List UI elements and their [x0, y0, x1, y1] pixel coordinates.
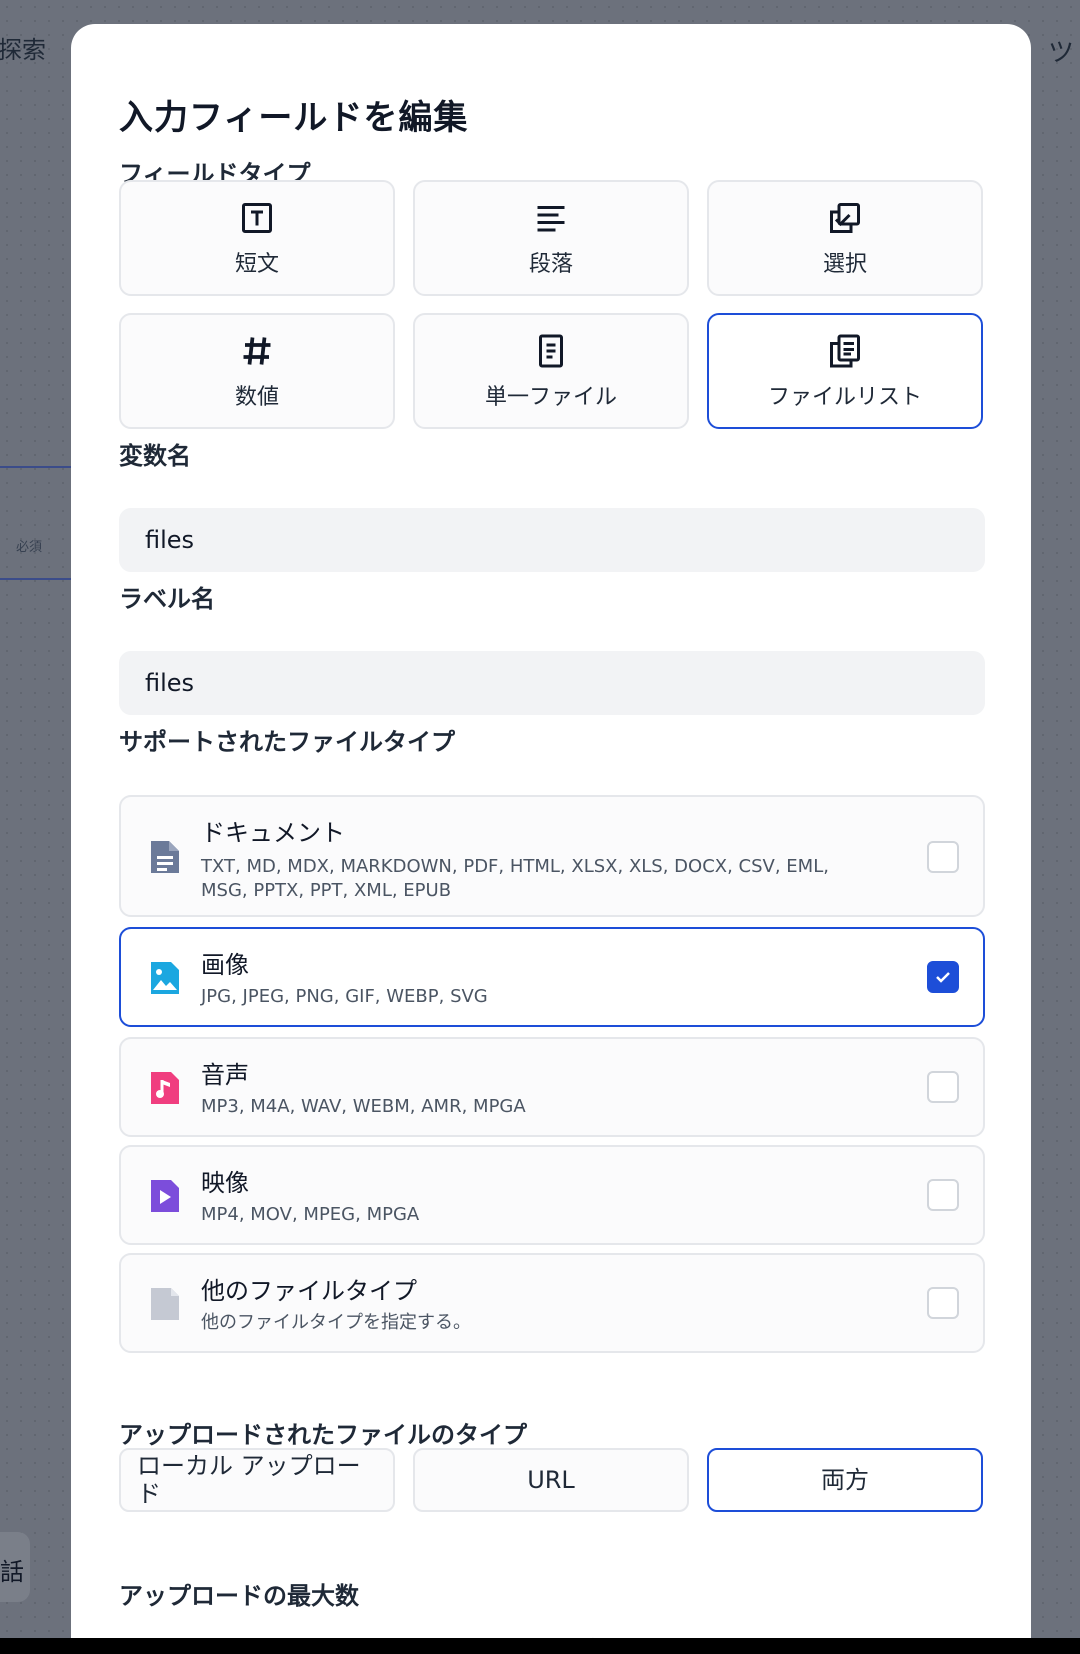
- paragraph-icon: [531, 198, 571, 238]
- video-checkbox[interactable]: [927, 1179, 959, 1211]
- background-required-text: 必須: [16, 540, 43, 555]
- supported-file-types-label: サポートされたファイルタイプ: [119, 728, 455, 756]
- field-type-label-text: 単一ファイル: [484, 385, 617, 410]
- document-checkbox[interactable]: [927, 841, 959, 873]
- background-divider: [0, 466, 72, 468]
- checkmark-icon: [936, 972, 950, 983]
- field-type-grid: 短文 段落 選択 数値 単一ファイル ファイルリスト: [119, 180, 985, 429]
- file-type-extensions: MP3, M4A, WAV, WEBM, AMR, MPGA: [201, 1096, 526, 1117]
- video-icon: [149, 1178, 181, 1214]
- file-type-title: 画像: [201, 951, 249, 979]
- background-tools-text: ツ: [1047, 38, 1074, 68]
- upload-method-local[interactable]: ローカル アップロード: [119, 1448, 395, 1512]
- background-explore-text: 探索: [0, 36, 46, 64]
- file-type-extensions: TXT, MD, MDX, MARKDOWN, PDF, HTML, XLSX,…: [201, 856, 829, 901]
- bottom-bar: [0, 1638, 1080, 1654]
- field-type-single-file[interactable]: 単一ファイル: [413, 313, 689, 429]
- label-name-input[interactable]: files: [119, 651, 985, 715]
- hash-icon: [237, 331, 277, 371]
- field-type-short-text[interactable]: 短文: [119, 180, 395, 296]
- file-type-document[interactable]: ドキュメント TXT, MD, MDX, MARKDOWN, PDF, HTML…: [119, 795, 985, 917]
- field-type-label-text: 選択: [822, 252, 867, 277]
- file-type-title: 音声: [201, 1061, 249, 1089]
- image-icon: [149, 960, 181, 996]
- file-type-title: 映像: [201, 1169, 249, 1197]
- upload-method-both[interactable]: 両方: [707, 1448, 983, 1512]
- file-type-title: ドキュメント: [201, 819, 345, 847]
- variable-name-input[interactable]: files: [119, 508, 985, 572]
- variable-name-label: 変数名: [119, 442, 191, 470]
- upload-method-url[interactable]: URL: [413, 1448, 689, 1512]
- audio-icon: [149, 1070, 181, 1106]
- background-chat-button: 話: [0, 1532, 30, 1602]
- file-list-icon: [825, 331, 865, 371]
- field-type-file-list[interactable]: ファイルリスト: [707, 313, 983, 429]
- file-icon: [531, 331, 571, 371]
- file-type-video[interactable]: 映像 MP4, MOV, MPEG, MPGA: [119, 1145, 985, 1245]
- upload-method-options: ローカル アップロード URL 両方: [119, 1448, 985, 1512]
- field-type-label-text: ファイルリスト: [767, 385, 922, 410]
- field-type-select[interactable]: 選択: [707, 180, 983, 296]
- file-type-other[interactable]: 他のファイルタイプ 他のファイルタイプを指定する。: [119, 1253, 985, 1353]
- file-type-image[interactable]: 画像 JPG, JPEG, PNG, GIF, WEBP, SVG: [119, 927, 985, 1027]
- other-file-icon: [149, 1286, 181, 1322]
- document-icon: [149, 839, 181, 875]
- file-type-extensions: MP4, MOV, MPEG, MPGA: [201, 1204, 420, 1225]
- max-upload-label: アップロードの最大数: [119, 1582, 359, 1610]
- text-box-icon: [237, 198, 277, 238]
- audio-checkbox[interactable]: [927, 1071, 959, 1103]
- upload-method-label: アップロードされたファイルのタイプ: [119, 1421, 527, 1449]
- file-type-extensions: JPG, JPEG, PNG, GIF, WEBP, SVG: [201, 986, 488, 1007]
- file-type-title: 他のファイルタイプ: [201, 1277, 417, 1305]
- field-type-paragraph[interactable]: 段落: [413, 180, 689, 296]
- field-type-label-text: 短文: [234, 252, 279, 277]
- field-type-label-text: 段落: [528, 252, 573, 277]
- modal-title: 入力フィールドを編集: [119, 98, 469, 138]
- label-name-label: ラベル名: [119, 585, 215, 613]
- select-check-icon: [825, 198, 865, 238]
- background-divider: [0, 578, 72, 580]
- field-type-number[interactable]: 数値: [119, 313, 395, 429]
- field-type-label-text: 数値: [234, 385, 279, 410]
- file-type-description: 他のファイルタイプを指定する。: [201, 1312, 471, 1333]
- other-file-checkbox[interactable]: [927, 1287, 959, 1319]
- image-checkbox[interactable]: [927, 961, 959, 993]
- file-type-audio[interactable]: 音声 MP3, M4A, WAV, WEBM, AMR, MPGA: [119, 1037, 985, 1137]
- edit-input-field-modal: 入力フィールドを編集 フィールドタイプ 短文 段落 選択 数値 単一ファイル フ…: [71, 24, 1031, 1654]
